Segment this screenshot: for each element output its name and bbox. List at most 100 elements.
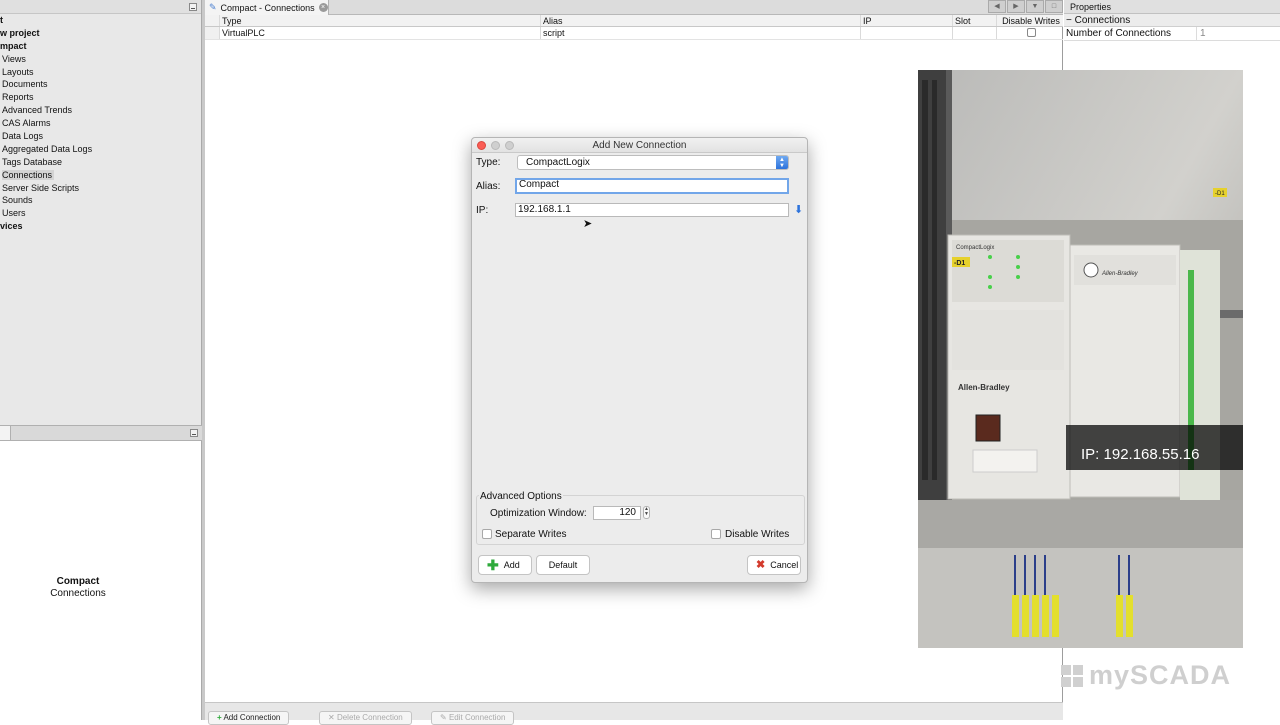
column-header-disable-writes[interactable]: Disable Writes (997, 15, 1063, 26)
tree-item[interactable]: Users (0, 207, 201, 220)
connections-table: Type Alias IP Slot Disable Writes Virtua… (205, 15, 1063, 40)
close-icon[interactable]: × (318, 3, 328, 12)
optimization-stepper-icon[interactable]: ▲ ▼ (643, 506, 650, 519)
tree-item-label: Data Logs (2, 131, 44, 142)
add-icon: ✚ (487, 557, 499, 573)
tree-item[interactable]: mpact (0, 40, 201, 53)
delete-icon: ✕ (328, 713, 335, 722)
property-row[interactable]: Number of Connections 1 (1064, 27, 1280, 41)
preview-subtitle: Connections (50, 588, 106, 599)
tree-item[interactable]: vices (0, 220, 201, 233)
row-marker[interactable] (205, 27, 220, 39)
device-tag-small: -D1 (1215, 191, 1225, 197)
preview-title: Compact (56, 576, 100, 587)
project-tree-panel: t w project mpact Views Layouts Documents Repo… (0, 0, 202, 425)
optimization-window-label: Optimization Window: (490, 508, 587, 519)
minimize-icon[interactable] (189, 3, 197, 11)
tree-item[interactable]: Server Side Scripts (0, 182, 201, 195)
cell-disable-writes[interactable] (997, 27, 1063, 39)
alias-input[interactable]: Compact (515, 178, 789, 194)
tree-item[interactable]: Data Logs (0, 130, 201, 143)
minimize-icon[interactable] (190, 429, 198, 437)
properties-title: Properties (1064, 0, 1280, 14)
tree-item[interactable]: Tags Database (0, 156, 201, 169)
tree-item[interactable]: Sounds (0, 194, 201, 207)
separate-writes-label: Separate Writes (495, 529, 567, 540)
tree-item[interactable]: Reports (0, 91, 201, 104)
tree-item-label: CAS Alarms (2, 118, 51, 129)
splitter-tab[interactable] (0, 426, 11, 440)
tree-item[interactable]: Aggregated Data Logs (0, 143, 201, 156)
tree-item[interactable]: w project (0, 27, 201, 40)
cell-slot[interactable] (953, 27, 997, 39)
zoom-window-icon[interactable] (505, 141, 514, 150)
project-tree-header (0, 0, 201, 14)
dialog-title: Add New Connection (592, 140, 687, 151)
tree-item-label: Aggregated Data Logs (2, 143, 93, 154)
edit-icon: ✎ (440, 713, 447, 722)
tree-item-label: Layouts (2, 66, 34, 77)
column-header-ip[interactable]: IP (861, 15, 953, 26)
tree-item-label: Advanced Trends (2, 105, 73, 116)
tab-compact-connections[interactable]: ✎ Compact - Connections × (205, 0, 329, 15)
allen-bradley-label: Allen-Bradley (958, 383, 1010, 392)
disable-writes-checkbox[interactable] (711, 529, 721, 539)
disable-writes-checkbox[interactable] (1026, 28, 1036, 37)
tree-item-label: t (0, 15, 3, 25)
tree-item-label: Tags Database (2, 156, 63, 167)
tree-item-label: Users (2, 208, 26, 219)
tree-item-label: w project (0, 27, 40, 38)
tab-label: Compact - Connections (220, 2, 315, 13)
tree-item[interactable]: Views (0, 53, 201, 66)
type-select[interactable]: CompactLogix ▲ ▼ (517, 155, 789, 170)
plc-photo-graphic: CompactLogix -D1 Allen-Bradley Allen-Bra… (918, 70, 1243, 648)
tree-item[interactable]: Connections (0, 169, 201, 182)
cancel-button[interactable]: ✖ Cancel (747, 555, 801, 575)
close-window-icon[interactable] (477, 141, 486, 150)
default-button[interactable]: Default (536, 555, 590, 575)
myscada-logo-icon (1061, 664, 1083, 687)
row-marker-header (205, 15, 220, 26)
connection-icon: ✎ (209, 2, 217, 12)
editor-tab-bar: ✎ Compact - Connections × ◀ ▶ ▼ □ (205, 0, 1063, 15)
optimization-window-input[interactable]: 120 (593, 506, 641, 520)
dialog-title-bar[interactable]: Add New Connection (472, 138, 807, 153)
tree-item-label: Sounds (2, 195, 33, 206)
type-label: Type: (476, 157, 501, 168)
minimize-window-icon[interactable] (491, 141, 500, 150)
collapse-icon[interactable]: − (1066, 15, 1072, 26)
edit-connection-button[interactable]: ✎ Edit Connection (431, 711, 515, 725)
tab-next-icon[interactable]: ▶ (1007, 0, 1025, 13)
ip-overlay: IP: 192.168.55.16 (1081, 446, 1199, 463)
tab-nav-buttons: ◀ ▶ ▼ □ (988, 0, 1063, 13)
panel-splitter[interactable] (0, 425, 202, 441)
download-arrow-icon[interactable]: ⬇ (794, 204, 803, 216)
delete-connection-button[interactable]: ✕ Delete Connection (319, 711, 412, 725)
tree-item[interactable]: t (0, 14, 201, 27)
cancel-icon: ✖ (756, 559, 766, 571)
column-header-slot[interactable]: Slot (953, 15, 997, 26)
tree-item[interactable]: Documents (0, 78, 201, 91)
tab-list-icon[interactable]: ▼ (1026, 0, 1044, 13)
cell-alias[interactable]: script (541, 27, 861, 39)
property-value: 1 (1196, 27, 1206, 41)
separate-writes-checkbox[interactable] (482, 529, 492, 539)
table-row[interactable]: VirtualPLC script (205, 27, 1063, 40)
column-header-type[interactable]: Type (220, 15, 541, 26)
ip-input[interactable]: 192.168.1.1 (515, 203, 789, 217)
properties-section-connections[interactable]: − Connections (1064, 14, 1280, 27)
maximize-icon[interactable]: □ (1045, 0, 1063, 13)
advanced-options-title: Advanced Options (479, 491, 563, 502)
column-header-alias[interactable]: Alias (541, 15, 861, 26)
tree-item[interactable]: Advanced Trends (0, 104, 201, 117)
tab-prev-icon[interactable]: ◀ (988, 0, 1006, 13)
add-connection-button[interactable]: + Add Connection (208, 711, 290, 725)
cell-type[interactable]: VirtualPLC (220, 27, 541, 39)
tree-item[interactable]: Layouts (0, 66, 201, 79)
tree-item[interactable]: CAS Alarms (0, 117, 201, 130)
mouse-cursor-icon: ➤ (583, 218, 593, 230)
tree-item-label: Server Side Scripts (2, 182, 80, 193)
add-button[interactable]: ✚ Add (478, 555, 532, 575)
tree-item-label: vices (0, 221, 23, 232)
cell-ip[interactable] (861, 27, 953, 39)
